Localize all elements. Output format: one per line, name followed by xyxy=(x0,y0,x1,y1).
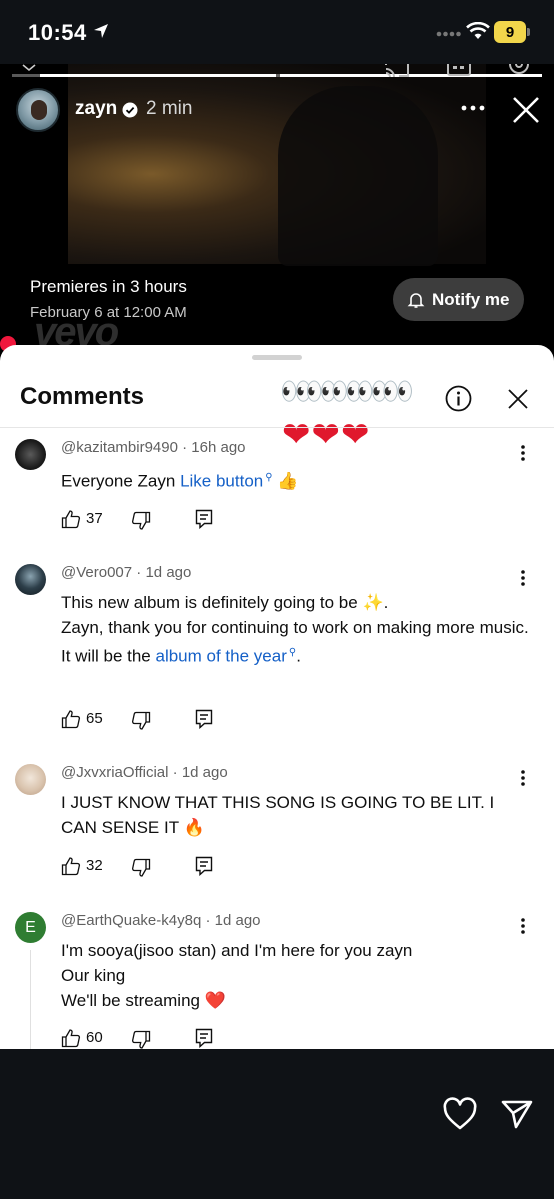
search-small-icon: ⚲ xyxy=(265,472,273,483)
bell-icon xyxy=(407,292,425,308)
avatar-face xyxy=(31,100,47,120)
like-count: 32 xyxy=(86,857,103,874)
story-progress-segment-1 xyxy=(40,74,276,77)
battery-indicator: 9 xyxy=(494,21,530,43)
status-bar: 10:54 9 xyxy=(0,0,554,66)
drag-handle[interactable] xyxy=(252,355,302,360)
comment-line: We'll be streaming ❤️ xyxy=(61,991,226,1010)
heart-icon[interactable] xyxy=(442,1097,478,1131)
comment-author[interactable]: @JxvxriaOfficial xyxy=(61,764,168,781)
comment-author[interactable]: @EarthQuake-k4y8q xyxy=(61,912,201,929)
wifi-icon xyxy=(466,22,490,39)
reply-icon[interactable] xyxy=(194,856,214,876)
comment-text-part: 👍 xyxy=(272,471,299,491)
chevron-down-icon[interactable] xyxy=(22,64,36,72)
verified-badge-icon xyxy=(122,102,138,118)
battery-tip xyxy=(527,28,530,36)
comment-text: I JUST KNOW THAT THIS SONG IS GOING TO B… xyxy=(61,793,495,837)
commenter-avatar[interactable] xyxy=(15,564,46,595)
like-count: 60 xyxy=(86,1029,103,1046)
thumbs-down-icon[interactable] xyxy=(131,511,151,531)
comment-text: This new album is definitely going to be… xyxy=(61,590,531,669)
comment-line: Our king xyxy=(61,966,126,985)
thumbs-up-icon[interactable] xyxy=(61,1028,81,1048)
comment-text-part: It will be the xyxy=(61,646,156,666)
reply-icon[interactable] xyxy=(194,709,214,729)
comment-line: This new album is definitely going to be… xyxy=(61,593,389,612)
close-icon[interactable] xyxy=(510,94,542,126)
comment-author[interactable]: @Vero007 xyxy=(61,564,132,581)
comment-text: Everyone Zayn Like button ⚲ 👍 xyxy=(61,465,531,494)
comment-text-part: Everyone Zayn xyxy=(61,471,181,491)
eyes-sticker: 👀👀👀👀👀 xyxy=(280,377,414,407)
reply-icon[interactable] xyxy=(194,1028,214,1048)
comment-time: 1d ago xyxy=(181,764,228,781)
commenter-avatar[interactable]: E xyxy=(15,912,46,943)
comment-line: Zayn, thank you for continuing to work o… xyxy=(61,618,529,637)
cellular-signal-icon xyxy=(436,31,461,37)
like-count: 65 xyxy=(86,710,103,727)
location-arrow-icon xyxy=(94,24,108,38)
video-figure xyxy=(278,86,438,266)
comment-actions: 65 xyxy=(61,709,261,733)
battery-level: 9 xyxy=(494,21,526,43)
comment-meta: @Vero007 · 1d ago xyxy=(61,564,192,581)
comment-actions: 60 xyxy=(61,1028,261,1049)
notify-me-button[interactable]: Notify me xyxy=(393,278,524,321)
comment-text: I'm sooya(jisoo stan) and I'm here for y… xyxy=(61,938,531,1013)
comment-menu-icon[interactable] xyxy=(516,768,530,788)
comment-time: 16h ago xyxy=(191,439,246,456)
comment-line: It will be the album of the year ⚲. xyxy=(61,640,531,669)
comment-menu-icon[interactable] xyxy=(516,568,530,588)
story-video[interactable]: zayn 2 min vevo Premieres in 3 hours Feb… xyxy=(0,64,554,364)
story-progress-segment-2 xyxy=(280,74,542,77)
story-avatar[interactable] xyxy=(16,88,60,132)
sheet-divider xyxy=(0,427,554,428)
thumbs-down-icon[interactable] xyxy=(131,711,151,731)
more-options-icon[interactable] xyxy=(460,100,486,116)
commenter-avatar[interactable] xyxy=(15,439,46,470)
notify-me-label: Notify me xyxy=(432,289,510,309)
thumbs-up-icon[interactable] xyxy=(61,709,81,729)
captions-icon[interactable] xyxy=(446,64,472,76)
status-time: 10:54 xyxy=(28,20,87,45)
premiere-date: February 6 at 12:00 AM xyxy=(30,304,187,321)
thumbs-up-icon[interactable] xyxy=(61,856,81,876)
comment-meta: @JxvxriaOfficial · 1d ago xyxy=(61,764,228,781)
thumbs-down-icon[interactable] xyxy=(131,1030,151,1049)
info-icon[interactable] xyxy=(445,385,472,412)
comment-menu-icon[interactable] xyxy=(516,916,530,936)
comment-search-link[interactable]: album of the year xyxy=(156,647,287,666)
comment-line: I'm sooya(jisoo stan) and I'm here for y… xyxy=(61,941,413,960)
commenter-avatar[interactable] xyxy=(15,764,46,795)
comment-time: 1d ago xyxy=(214,912,261,929)
gear-icon[interactable] xyxy=(506,64,532,78)
cast-icon[interactable] xyxy=(384,64,410,78)
comment-text-part: . xyxy=(296,646,301,666)
comment-time: 1d ago xyxy=(145,564,192,581)
story-username[interactable]: zayn xyxy=(75,98,117,120)
comment-search-link[interactable]: Like button xyxy=(180,472,263,491)
hearts-sticker: ❤❤❤ xyxy=(282,415,371,455)
like-count: 37 xyxy=(86,510,103,527)
story-time: 2 min xyxy=(146,98,193,119)
comment-actions: 32 xyxy=(61,856,261,880)
send-icon[interactable] xyxy=(499,1097,535,1131)
comment-actions: 37 xyxy=(61,509,261,533)
comment-menu-icon[interactable] xyxy=(516,443,530,463)
comment-meta: @kazitambir9490 · 16h ago xyxy=(61,439,246,456)
thumbs-down-icon[interactable] xyxy=(131,858,151,878)
video-thumbnail xyxy=(68,64,486,266)
reply-thread-line xyxy=(30,950,31,1049)
comments-title: Comments xyxy=(20,383,145,410)
comment-author[interactable]: @kazitambir9490 xyxy=(61,439,178,456)
reply-icon[interactable] xyxy=(194,509,214,529)
comment-meta: @EarthQuake-k4y8q · 1d ago xyxy=(61,912,261,929)
thumbs-up-icon[interactable] xyxy=(61,509,81,529)
premiere-text: Premieres in 3 hours xyxy=(30,277,187,296)
comments-sheet: Comments 👀👀👀👀👀 ❤❤❤ @kazitambir9490 · 16h… xyxy=(0,345,554,1049)
close-comments-icon[interactable] xyxy=(506,387,530,411)
